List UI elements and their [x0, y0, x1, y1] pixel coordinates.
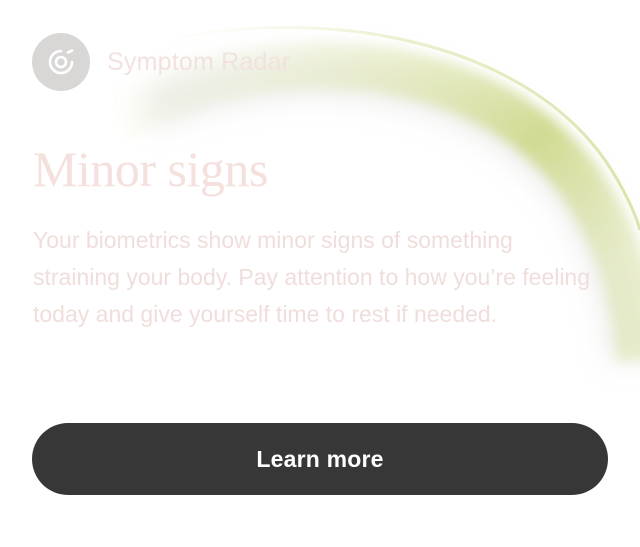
app-name: Symptom Radar — [107, 47, 291, 76]
symptom-radar-card: Symptom Radar Minor signs Your biometric… — [0, 0, 640, 547]
radar-icon — [32, 33, 90, 91]
app-header: Symptom Radar — [32, 33, 290, 91]
status-title: Minor signs — [33, 141, 268, 197]
learn-more-button[interactable]: Learn more — [32, 423, 608, 495]
status-description: Your biometrics show minor signs of some… — [33, 227, 591, 327]
